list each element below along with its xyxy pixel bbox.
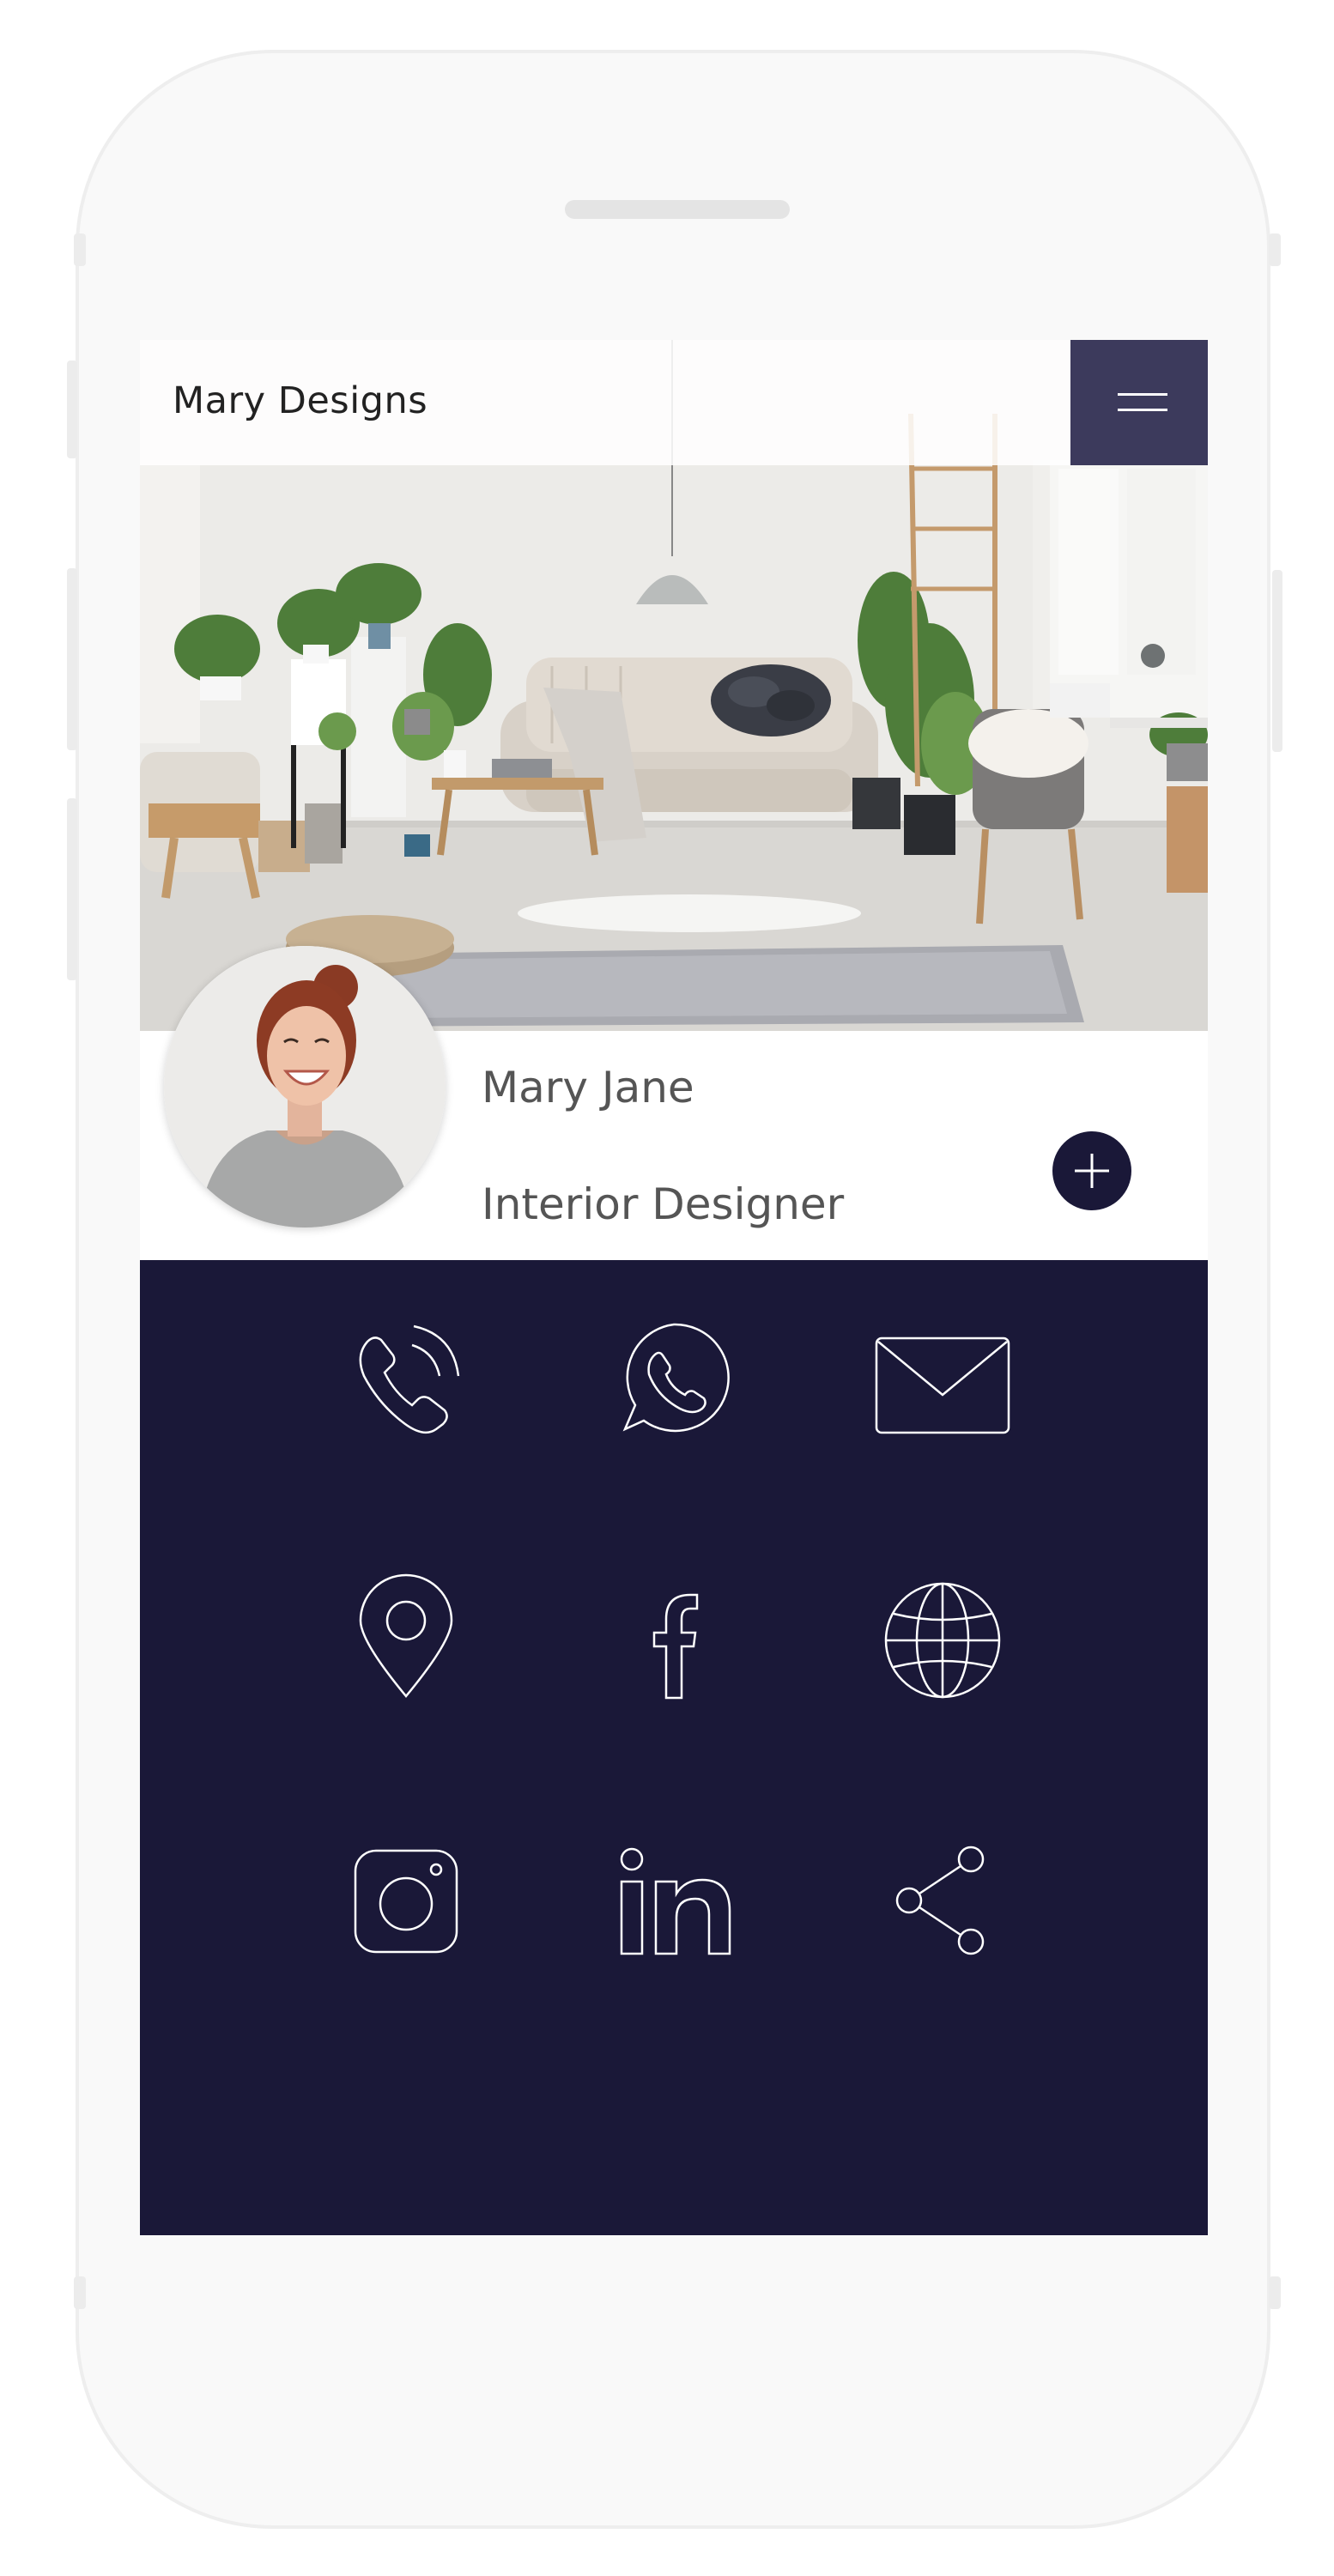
phone-bottom-right-bump bbox=[1269, 2276, 1281, 2309]
page: Mary Designs Mary Jane Interior Designer bbox=[0, 0, 1334, 2576]
facebook-icon bbox=[652, 1593, 699, 1700]
email-button[interactable] bbox=[870, 1304, 1016, 1450]
location-pin-icon bbox=[359, 1573, 453, 1698]
location-button[interactable] bbox=[333, 1567, 479, 1713]
instagram-icon bbox=[354, 1849, 458, 1954]
phone-icon bbox=[359, 1324, 460, 1434]
phone-button[interactable] bbox=[333, 1304, 479, 1450]
profile-avatar bbox=[164, 946, 446, 1227]
share-icon bbox=[895, 1846, 985, 1955]
app-header: Mary Designs bbox=[140, 340, 1208, 465]
profile-title: Interior Designer bbox=[482, 1179, 845, 1229]
profile-name: Mary Jane bbox=[482, 1063, 694, 1112]
instagram-button[interactable] bbox=[333, 1828, 479, 1974]
avatar-illustration bbox=[164, 946, 446, 1227]
whatsapp-icon bbox=[622, 1323, 730, 1433]
phone-mute-button bbox=[67, 798, 77, 980]
whatsapp-button[interactable] bbox=[601, 1304, 747, 1450]
phone-power-button bbox=[1269, 233, 1281, 266]
phone-bottom-left-bump bbox=[74, 2276, 86, 2309]
share-button[interactable] bbox=[870, 1828, 1016, 1974]
linkedin-icon bbox=[620, 1847, 731, 1955]
app-screen: Mary Designs Mary Jane Interior Designer bbox=[140, 340, 1208, 2235]
hero-image: Mary Designs bbox=[140, 340, 1208, 1031]
facebook-button[interactable] bbox=[601, 1567, 747, 1713]
globe-icon bbox=[884, 1582, 1001, 1699]
plus-icon bbox=[1075, 1154, 1109, 1188]
phone-volume-down-button bbox=[67, 568, 77, 750]
phone-speaker bbox=[565, 200, 790, 219]
phone-side-button bbox=[74, 233, 86, 266]
contact-icons-panel bbox=[140, 1260, 1208, 2235]
phone-volume-up-button bbox=[67, 361, 77, 458]
phone-lock-button bbox=[1272, 570, 1282, 752]
mail-icon bbox=[875, 1336, 1010, 1434]
brand-title: Mary Designs bbox=[173, 379, 428, 422]
menu-button[interactable] bbox=[1070, 340, 1208, 465]
website-button[interactable] bbox=[870, 1567, 1016, 1713]
add-contact-button[interactable] bbox=[1052, 1131, 1131, 1210]
linkedin-button[interactable] bbox=[601, 1828, 747, 1974]
